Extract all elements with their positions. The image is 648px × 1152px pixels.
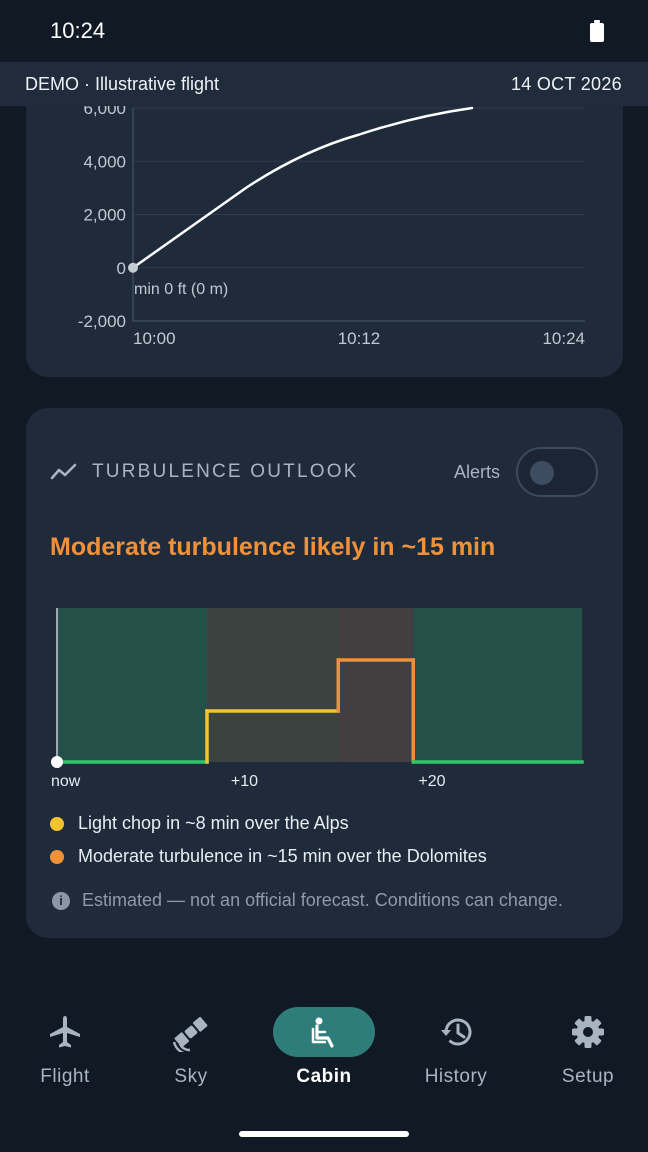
satellite-icon	[172, 1016, 208, 1052]
altitude-y-tick: 4,000	[83, 152, 126, 171]
turbulence-x-tick: now	[51, 773, 81, 790]
altitude-y-tick: 2,000	[83, 206, 126, 225]
nav-label-sky: Sky	[174, 1066, 208, 1087]
nav-label-history: History	[424, 1066, 488, 1087]
turbulence-band-calm	[413, 608, 582, 762]
altitude-x-tick: 10:24	[542, 329, 585, 348]
legend-text-moderate: Moderate turbulence in ~15 min over the …	[78, 846, 487, 866]
altitude-x-tick: 10:12	[338, 329, 381, 348]
nav-cabin[interactable]: Cabin	[259, 1000, 389, 1100]
nav-label-setup: Setup	[561, 1066, 615, 1087]
altitude-y-tick: -2,000	[78, 312, 126, 331]
demo-banner: DEMO · Illustrative flight 14 OCT 2026	[0, 62, 648, 106]
turbulence-x-tick: +20	[418, 773, 445, 790]
gear-icon	[572, 1016, 604, 1048]
nav-label-flight: Flight	[40, 1066, 90, 1087]
turbulence-band-moderate	[338, 608, 414, 762]
altitude-start-point	[128, 262, 138, 273]
legend-dot-light	[50, 816, 64, 831]
nav-sky[interactable]: Sky	[126, 1000, 256, 1100]
altitude-line	[131, 106, 474, 269]
altitude-chart: 6,0004,0002,0000-2,000 10:00 10:12 10:24 m…	[78, 99, 585, 348]
altitude-x-tick: 10:00	[133, 329, 176, 348]
home-indicator	[239, 1131, 409, 1137]
turbulence-band-calm	[57, 608, 207, 762]
plane-icon	[50, 1016, 80, 1048]
altitude-min-label: min 0 ft (0 m)	[134, 281, 228, 298]
bottom-nav: Flight Sky Cabin History Setup	[0, 1000, 648, 1110]
turbulence-x-tick: +10	[231, 773, 258, 790]
seat-icon	[311, 1017, 334, 1048]
history-icon	[441, 1018, 472, 1046]
legend-item-moderate: Moderate turbulence in ~15 min over the …	[50, 846, 487, 867]
nav-history[interactable]: History	[391, 1000, 521, 1100]
info-icon: i	[52, 891, 70, 910]
altitude-y-tick: 0	[117, 259, 126, 278]
demo-banner-date: 14 OCT 2026	[510, 74, 622, 94]
legend-text-light: Light chop in ~8 min over the Alps	[78, 813, 349, 833]
now-marker-dot	[51, 756, 63, 768]
nav-label-cabin: Cabin	[296, 1066, 352, 1087]
turbulence-band-light	[207, 608, 339, 762]
nav-flight[interactable]: Flight	[0, 1000, 130, 1100]
nav-setup[interactable]: Setup	[523, 1000, 648, 1100]
forecast-note: i Estimated — not an official forecast. …	[52, 890, 563, 911]
legend-dot-moderate	[50, 849, 64, 864]
legend-item-light: Light chop in ~8 min over the Alps	[50, 813, 349, 834]
demo-banner-label: DEMO · Illustrative flight	[25, 74, 220, 94]
forecast-note-text: Estimated — not an official forecast. Co…	[82, 890, 563, 910]
